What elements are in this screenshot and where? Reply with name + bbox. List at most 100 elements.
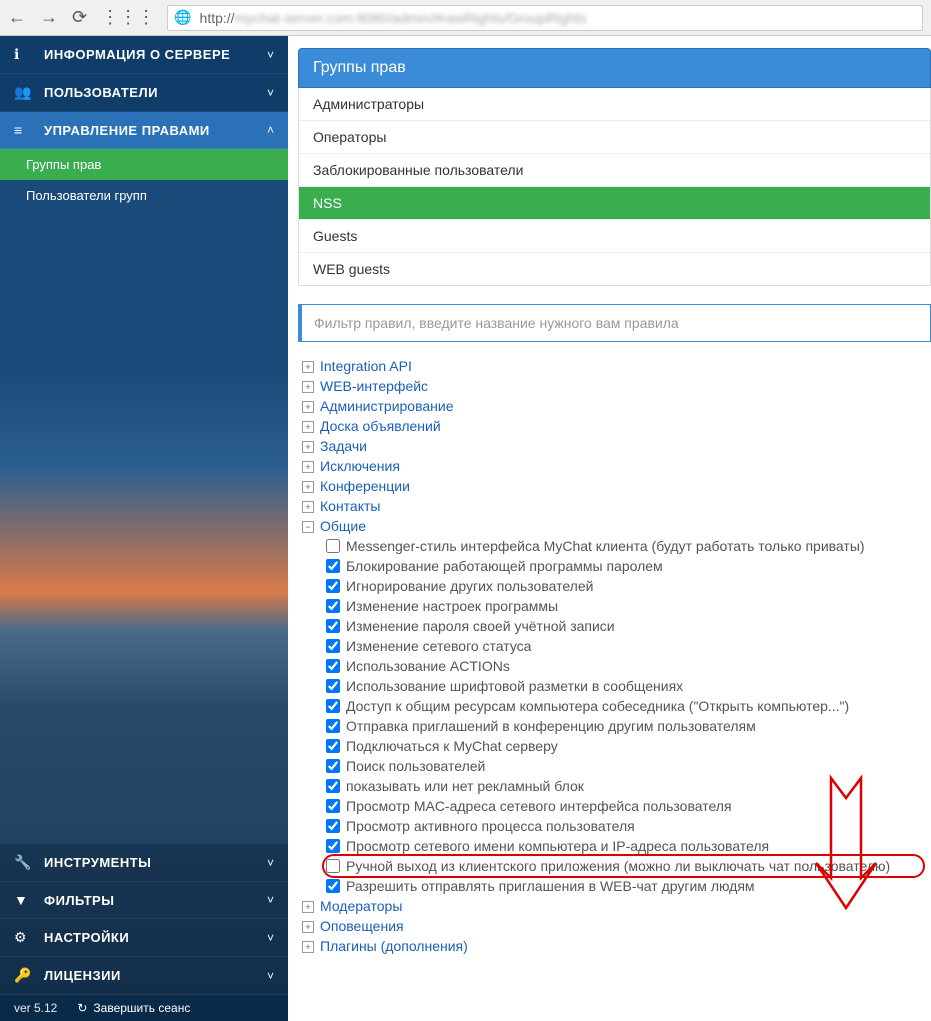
sidebar-item[interactable]: 👥 ПОЛЬЗОВАТЕЛИ ˅ [0, 74, 288, 112]
sidebar-sub-item[interactable]: Пользователи групп [0, 180, 288, 211]
collapse-icon[interactable]: − [302, 521, 314, 533]
browser-toolbar: ← → ⟳ ⋮⋮⋮ 🌐 http:// mychat-server.com:80… [0, 0, 931, 36]
rule-checkbox[interactable] [326, 699, 340, 713]
nav-label: ФИЛЬТРЫ [44, 893, 267, 908]
sidebar-item[interactable]: ▼ ФИЛЬТРЫ ˅ [0, 882, 288, 919]
panel-title: Группы прав [298, 48, 931, 88]
tree-label[interactable]: Модераторы [320, 898, 402, 914]
group-item[interactable]: Операторы [299, 121, 930, 154]
group-item[interactable]: Guests [299, 220, 930, 253]
nav-icon: ≡ [14, 122, 34, 138]
expand-icon[interactable]: + [302, 921, 314, 933]
rule-label: Просмотр сетевого имени компьютера и IP-… [346, 838, 769, 854]
tree-label[interactable]: Плагины (дополнения) [320, 938, 468, 954]
expand-icon[interactable]: + [302, 441, 314, 453]
chevron-down-icon: ˅ [267, 856, 274, 870]
sidebar-item[interactable]: 🔧 ИНСТРУМЕНТЫ ˅ [0, 844, 288, 882]
reload-icon[interactable]: ⟳ [72, 7, 87, 28]
rule-checkbox[interactable] [326, 559, 340, 573]
rule-checkbox[interactable] [326, 659, 340, 673]
rule-label: Поиск пользователей [346, 758, 485, 774]
expand-icon[interactable]: + [302, 421, 314, 433]
rule-checkbox[interactable] [326, 539, 340, 553]
main-content: Группы прав АдминистраторыОператорыЗабло… [288, 36, 931, 995]
globe-icon: 🌐 [174, 9, 191, 26]
rule-checkbox[interactable] [326, 879, 340, 893]
expand-icon[interactable]: + [302, 461, 314, 473]
tree-label[interactable]: Исключения [320, 458, 400, 474]
url-bar[interactable]: 🌐 http:// mychat-server.com:8080/admin/#… [167, 5, 923, 31]
rule-checkbox[interactable] [326, 579, 340, 593]
chevron-down-icon: ˅ [267, 931, 274, 945]
rule-row: Отправка приглашений в конференцию други… [326, 716, 921, 736]
tree-label[interactable]: Задачи [320, 438, 367, 454]
rule-checkbox[interactable] [326, 859, 340, 873]
sidebar-item[interactable]: ≡ УПРАВЛЕНИЕ ПРАВАМИ ˄ [0, 112, 288, 149]
sidebar-item[interactable]: ℹ ИНФОРМАЦИЯ О СЕРВЕРЕ ˅ [0, 36, 288, 74]
nav-label: ИНФОРМАЦИЯ О СЕРВЕРЕ [44, 47, 267, 62]
expand-icon[interactable]: + [302, 941, 314, 953]
expand-icon[interactable]: + [302, 901, 314, 913]
rule-checkbox[interactable] [326, 639, 340, 653]
apps-icon[interactable]: ⋮⋮⋮ [101, 7, 155, 28]
url-prefix: http:// [200, 10, 235, 26]
logout-link[interactable]: ↻ Завершить сеанс [77, 1001, 190, 1015]
rule-row: Изменение настроек программы [326, 596, 921, 616]
tree-label[interactable]: WEB-интерфейс [320, 378, 428, 394]
expand-icon[interactable]: + [302, 361, 314, 373]
group-item[interactable]: Администраторы [299, 88, 930, 121]
rules-tree: + Integration API + WEB-интерфейс + Администр… [298, 356, 931, 956]
rule-checkbox[interactable] [326, 819, 340, 833]
expand-icon[interactable]: + [302, 501, 314, 513]
nav-icon: 👥 [14, 84, 34, 101]
rule-label: Изменение сетевого статуса [346, 638, 531, 654]
nav-icon: 🔧 [14, 854, 34, 871]
tree-label[interactable]: Конференции [320, 478, 410, 494]
rule-row: Разрешить отправлять приглашения в WEB-ч… [326, 876, 921, 896]
rule-row: Изменение пароля своей учётной записи [326, 616, 921, 636]
tree-label[interactable]: Общие [320, 518, 366, 534]
tree-label[interactable]: Integration API [320, 358, 412, 374]
group-item[interactable]: WEB guests [299, 253, 930, 285]
rule-checkbox[interactable] [326, 719, 340, 733]
rule-checkbox[interactable] [326, 679, 340, 693]
nav-label: ПОЛЬЗОВАТЕЛИ [44, 85, 267, 100]
rule-row: Ручной выход из клиентского приложения (… [326, 856, 921, 876]
rule-label: Блокирование работающей программы пароле… [346, 558, 663, 574]
rule-label: Просмотр MAC-адреса сетевого интерфейса … [346, 798, 732, 814]
rule-row: Просмотр MAC-адреса сетевого интерфейса … [326, 796, 921, 816]
tree-label[interactable]: Оповещения [320, 918, 404, 934]
logout-icon: ↻ [77, 1001, 87, 1015]
rule-checkbox[interactable] [326, 759, 340, 773]
rule-checkbox[interactable] [326, 799, 340, 813]
forward-icon[interactable]: → [40, 7, 58, 28]
rule-checkbox[interactable] [326, 739, 340, 753]
rule-label: Изменение пароля своей учётной записи [346, 618, 615, 634]
url-text: mychat-server.com:8080/admin/#rawRights/… [235, 10, 587, 26]
expand-icon[interactable]: + [302, 401, 314, 413]
back-icon[interactable]: ← [8, 7, 26, 28]
chevron-icon: ˄ [267, 123, 274, 137]
rule-row: Просмотр сетевого имени компьютера и IP-… [326, 836, 921, 856]
rule-row: показывать или нет рекламный блок [326, 776, 921, 796]
expand-icon[interactable]: + [302, 381, 314, 393]
rule-label: Игнорирование других пользователей [346, 578, 593, 594]
nav-icon: ▼ [14, 892, 34, 908]
expand-icon[interactable]: + [302, 481, 314, 493]
sidebar-item[interactable]: 🔑 ЛИЦЕНЗИИ ˅ [0, 957, 288, 995]
tree-label[interactable]: Контакты [320, 498, 380, 514]
filter-input[interactable] [302, 305, 930, 341]
chevron-icon: ˅ [267, 86, 274, 100]
group-item[interactable]: NSS [299, 187, 930, 220]
rule-checkbox[interactable] [326, 619, 340, 633]
tree-label[interactable]: Администрирование [320, 398, 454, 414]
sidebar-sub-item[interactable]: Группы прав [0, 149, 288, 180]
group-item[interactable]: Заблокированные пользователи [299, 154, 930, 187]
nav-label: ИНСТРУМЕНТЫ [44, 855, 267, 870]
sidebar-item[interactable]: ⚙ НАСТРОЙКИ ˅ [0, 919, 288, 957]
rule-checkbox[interactable] [326, 779, 340, 793]
rule-checkbox[interactable] [326, 599, 340, 613]
chevron-icon: ˅ [267, 48, 274, 62]
rule-checkbox[interactable] [326, 839, 340, 853]
tree-label[interactable]: Доска объявлений [320, 418, 441, 434]
